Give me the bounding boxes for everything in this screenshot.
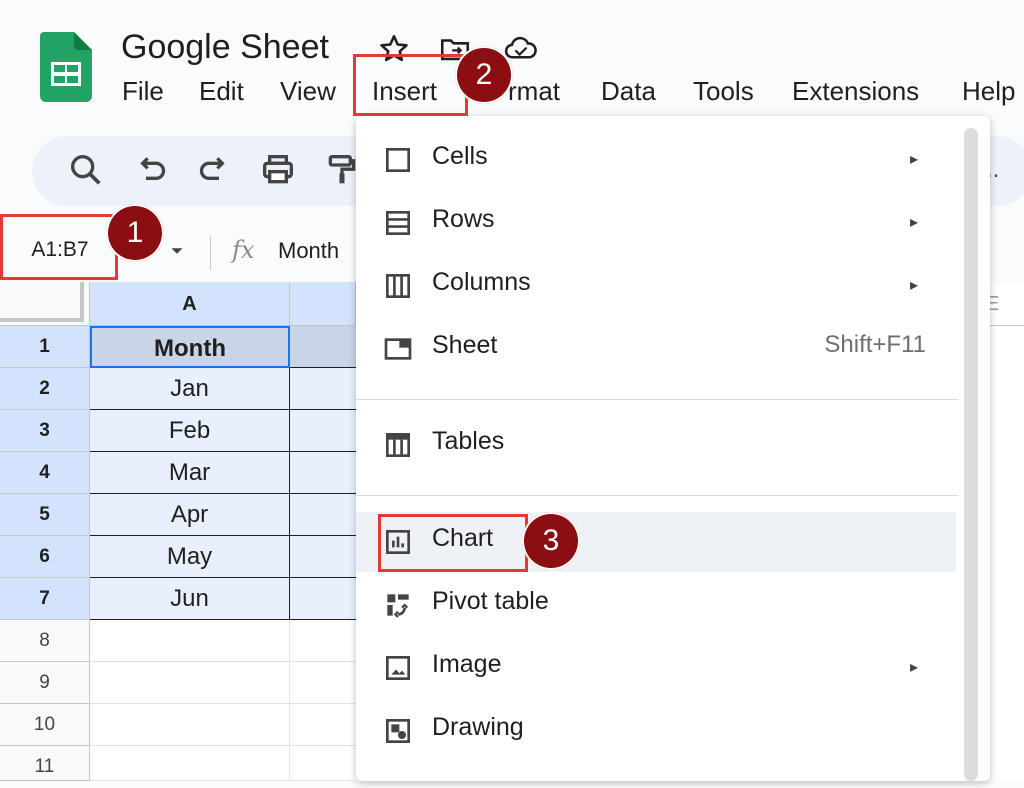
insert-drawing-label: Drawing <box>432 713 524 741</box>
paint-format-icon[interactable] <box>322 150 356 190</box>
row-header-10[interactable]: 10 <box>0 704 90 746</box>
sheets-logo-icon[interactable] <box>40 32 92 102</box>
submenu-arrow-icon: ▸ <box>910 214 919 231</box>
insert-cells-item[interactable]: Cells ▸ <box>356 130 956 190</box>
row-header-5[interactable]: 5 <box>0 494 90 536</box>
cell-b2[interactable] <box>290 368 356 410</box>
cell-a10[interactable] <box>90 704 290 746</box>
callout-badge-3: 3 <box>522 512 580 570</box>
submenu-arrow-icon: ▸ <box>910 151 919 168</box>
search-icon[interactable] <box>66 150 106 190</box>
insert-pivot-table-item[interactable]: Pivot table <box>356 575 956 635</box>
column-header-a[interactable]: A <box>90 282 290 326</box>
menu-tools[interactable]: Tools <box>693 76 754 107</box>
insert-sheet-shortcut: Shift+F11 <box>824 331 926 358</box>
cell-b8[interactable] <box>290 620 356 662</box>
cell-b3[interactable] <box>290 410 356 452</box>
insert-pivot-table-label: Pivot table <box>432 587 549 615</box>
freeze-handle[interactable] <box>0 282 84 322</box>
cell-a5[interactable]: Apr <box>90 494 290 536</box>
insert-rows-label: Rows <box>432 205 495 233</box>
row-header-1[interactable]: 1 <box>0 326 90 368</box>
cell-b5[interactable] <box>290 494 356 536</box>
row-header-6[interactable]: 6 <box>0 536 90 578</box>
fx-icon: fx <box>232 236 255 264</box>
document-title[interactable]: Google Sheet <box>121 28 329 67</box>
submenu-arrow-icon: ▸ <box>910 659 919 676</box>
menu-help[interactable]: Help <box>962 76 1015 107</box>
insert-rows-item[interactable]: Rows ▸ <box>356 193 956 253</box>
cell-a6[interactable]: May <box>90 536 290 578</box>
cell-b4[interactable] <box>290 452 356 494</box>
pivot-table-icon <box>382 589 414 621</box>
drawing-icon <box>382 715 414 747</box>
redo-icon[interactable] <box>194 150 234 190</box>
print-icon[interactable] <box>258 150 298 190</box>
cell-b9[interactable] <box>290 662 356 704</box>
cell-b6[interactable] <box>290 536 356 578</box>
column-header-b[interactable] <box>290 282 356 326</box>
row-header-4[interactable]: 4 <box>0 452 90 494</box>
cell-b11[interactable] <box>290 746 356 781</box>
menu-format[interactable]: rmat <box>508 76 560 107</box>
insert-tables-item[interactable]: Tables <box>356 415 956 475</box>
formula-separator <box>210 236 211 270</box>
insert-drawing-item[interactable]: Drawing <box>356 701 956 761</box>
submenu-arrow-icon: ▸ <box>910 277 919 294</box>
row-header-7[interactable]: 7 <box>0 578 90 620</box>
row-header-2[interactable]: 2 <box>0 368 90 410</box>
undo-icon[interactable] <box>131 150 171 190</box>
cell-b7[interactable] <box>290 578 356 620</box>
row-header-8[interactable]: 8 <box>0 620 90 662</box>
insert-sheet-item[interactable]: Sheet Shift+F11 <box>356 319 956 379</box>
insert-columns-label: Columns <box>432 268 531 296</box>
columns-icon <box>382 270 414 302</box>
cell-a4[interactable]: Mar <box>90 452 290 494</box>
callout-badge-1: 1 <box>106 204 164 262</box>
insert-columns-item[interactable]: Columns ▸ <box>356 256 956 316</box>
menu-divider <box>356 495 958 496</box>
callout-box-3 <box>378 514 528 572</box>
formula-input[interactable]: Month <box>278 238 339 264</box>
callout-box-1 <box>0 214 118 280</box>
cell-a1[interactable]: Month <box>90 326 290 368</box>
callout-box-2 <box>353 54 468 116</box>
cell-a11[interactable] <box>90 746 290 781</box>
rows-icon <box>382 207 414 239</box>
row-header-11[interactable]: 11 <box>0 746 90 781</box>
cell-b10[interactable] <box>290 704 356 746</box>
image-icon <box>382 652 414 684</box>
insert-sheet-label: Sheet <box>432 331 498 359</box>
insert-image-item[interactable]: Image ▸ <box>356 638 956 698</box>
name-box-dropdown-icon[interactable] <box>166 240 188 267</box>
menu-divider <box>356 399 958 400</box>
insert-tables-label: Tables <box>432 427 505 455</box>
cell-a7[interactable]: Jun <box>90 578 290 620</box>
cells-icon <box>382 144 414 176</box>
tables-icon <box>382 429 414 461</box>
cell-a9[interactable] <box>90 662 290 704</box>
menu-data[interactable]: Data <box>601 76 656 107</box>
menu-view[interactable]: View <box>280 76 336 107</box>
insert-image-label: Image <box>432 650 502 678</box>
row-header-9[interactable]: 9 <box>0 662 90 704</box>
menu-edit[interactable]: Edit <box>199 76 244 107</box>
sheet-icon <box>382 333 414 365</box>
menu-file[interactable]: File <box>122 76 164 107</box>
insert-cells-label: Cells <box>432 142 488 170</box>
cell-a8[interactable] <box>90 620 290 662</box>
cell-a3[interactable]: Feb <box>90 410 290 452</box>
menu-extensions[interactable]: Extensions <box>792 76 919 107</box>
callout-badge-2: 2 <box>455 46 513 104</box>
menu-scrollbar[interactable] <box>964 128 978 781</box>
row-header-3[interactable]: 3 <box>0 410 90 452</box>
cell-a2[interactable]: Jan <box>90 368 290 410</box>
cell-b1[interactable] <box>290 326 356 368</box>
